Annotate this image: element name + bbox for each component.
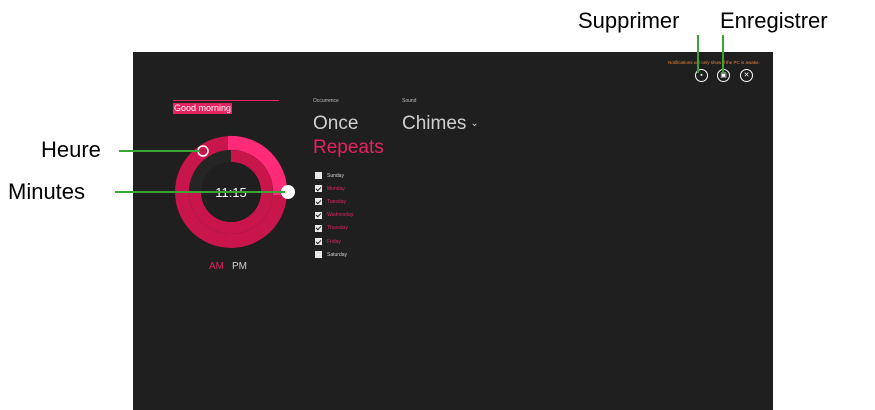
day-label: Thursday [327,225,348,232]
day-label: Monday [327,185,345,192]
alarm-name-field[interactable]: Good morning [173,100,279,116]
day-sunday[interactable]: Sunday [315,169,353,182]
sound-dropdown[interactable]: Chimes ⌄ [402,113,479,135]
checkbox[interactable] [315,251,322,259]
chevron-down-icon: ⌄ [470,118,479,129]
supprimer-leader-vertical [697,35,699,73]
day-thursday[interactable]: Thursday [315,222,353,235]
alarm-editor-window: Good morning 11:15 AM PM Occurrence Once… [133,52,773,410]
day-label: Tuesday [327,198,346,205]
checkbox[interactable] [315,211,322,219]
repeats-option[interactable]: Repeats [313,137,384,159]
day-wednesday[interactable]: Wednesday [315,209,353,222]
minutes-leader [115,191,285,193]
checkbox[interactable] [315,224,322,232]
close-button[interactable]: ✕ [740,69,753,82]
occurrence-label: Occurrence [313,98,339,104]
day-label: Saturday [327,251,348,258]
day-tuesday[interactable]: Tuesday [315,195,353,208]
checkbox[interactable] [315,172,322,180]
heure-callout: Heure [41,137,101,162]
supprimer-callout: Supprimer [578,8,680,33]
day-label: Wednesday [327,212,354,219]
day-monday[interactable]: Monday [315,182,353,195]
day-label: Friday [327,238,341,245]
heure-leader [119,150,200,152]
sound-value: Chimes [402,113,467,134]
enregistrer-callout: Enregistrer [720,8,828,33]
checkbox[interactable] [315,185,322,193]
minutes-callout: Minutes [8,179,86,204]
day-label: Sunday [327,172,344,179]
pm-button[interactable]: PM [232,261,247,273]
enregistrer-leader-vertical [722,35,724,73]
day-saturday[interactable]: Saturday [315,248,353,261]
trash-icon: ▪ [700,72,703,79]
repeat-days-list: Sunday Monday Tuesday Wednesday Thursday… [315,169,353,261]
am-button[interactable]: AM [209,261,224,273]
notification-message: Notifications will only show if the PC i… [668,60,760,65]
close-icon: ✕ [743,72,750,79]
sound-label: Sound [402,98,417,104]
checkbox[interactable] [315,198,322,206]
day-friday[interactable]: Friday [315,235,353,248]
alarm-name-text: Good morning [173,103,233,114]
checkbox[interactable] [315,238,322,246]
page: { "callouts": { "supprimer": "Supprimer"… [0,0,875,410]
once-option[interactable]: Once [313,113,358,135]
save-icon: ▣ [720,72,727,79]
